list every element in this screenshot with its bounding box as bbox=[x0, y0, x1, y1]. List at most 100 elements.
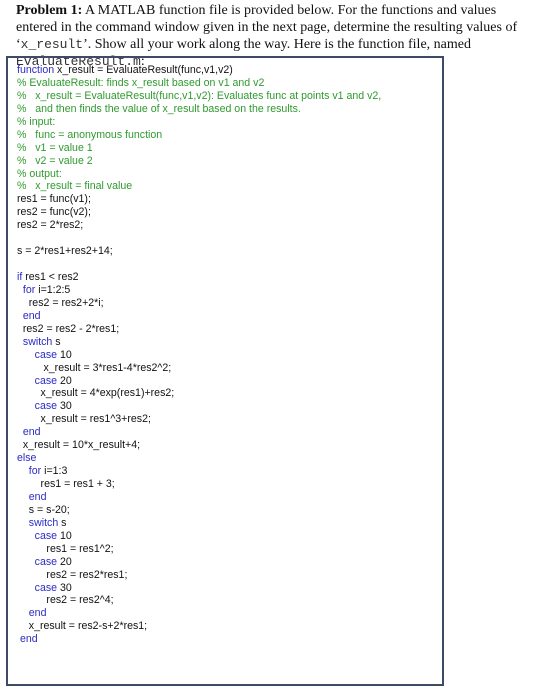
code-line: case 10 bbox=[17, 349, 381, 362]
code-comment: % EvaluateResult: finds x_result based o… bbox=[17, 76, 265, 89]
variable-name: x_result bbox=[20, 37, 84, 52]
code-text: 30 bbox=[57, 400, 72, 413]
code-line: res2 = res2 - 2*res1; bbox=[17, 323, 381, 336]
code-text: res2 = 2*res2; bbox=[17, 219, 84, 232]
code-line: if res1 < res2 bbox=[17, 271, 381, 284]
code-line: s = s-20; bbox=[17, 504, 381, 517]
code-text: 10 bbox=[57, 348, 72, 361]
code-text: res1 = res1 + 3; bbox=[17, 478, 115, 490]
code-keyword: case bbox=[34, 400, 58, 413]
code-keyword: end bbox=[28, 607, 47, 620]
code-keyword: end bbox=[22, 309, 41, 322]
code-text: x_result = EvaluateResult(func,v1,v2) bbox=[54, 64, 233, 76]
code-line: end bbox=[17, 491, 381, 504]
code-keyword: end bbox=[22, 426, 41, 439]
code-text: s bbox=[58, 516, 67, 529]
code-text: s bbox=[52, 335, 61, 348]
code-text: x_result = res2-s+2*res1; bbox=[17, 620, 148, 633]
code-line: x_result = 10*x_result+4; bbox=[17, 439, 381, 452]
code-keyword: for bbox=[22, 283, 36, 296]
code-text: res1 = res1^2; bbox=[17, 542, 114, 555]
code-keyword: case bbox=[34, 555, 58, 568]
code-text: x_result = 4*exp(res1)+res2; bbox=[17, 387, 175, 400]
code-comment: % output: bbox=[17, 167, 62, 180]
problem-label: Problem 1: bbox=[16, 3, 83, 18]
code-keyword: case bbox=[34, 348, 58, 361]
code-line: % func = anonymous function bbox=[17, 129, 381, 142]
code-line: x_result = res2-s+2*res1; bbox=[17, 620, 381, 633]
code-line: end bbox=[17, 310, 381, 323]
code-line: % v2 = value 2 bbox=[17, 155, 381, 168]
code-line: % input: bbox=[17, 116, 381, 129]
code-line: res2 = res2^4; bbox=[17, 594, 381, 607]
code-text: i=1:3 bbox=[41, 465, 68, 478]
code-line: x_result = 3*res1-4*res2^2; bbox=[17, 362, 381, 375]
code-keyword: switch bbox=[22, 335, 53, 348]
code-keyword: end bbox=[19, 633, 38, 646]
code-text: res1 < res2 bbox=[22, 271, 79, 283]
code-comment: % x_result = final value bbox=[17, 180, 133, 193]
code-text: x_result = 10*x_result+4; bbox=[17, 439, 141, 452]
code-line: end bbox=[17, 633, 381, 646]
code-keyword: case bbox=[34, 581, 58, 594]
code-keyword: else bbox=[17, 452, 37, 465]
code-line: s = 2*res1+res2+14; bbox=[17, 245, 381, 258]
code-text: res2 = res2+2*i; bbox=[17, 296, 104, 309]
code-comment: % v1 = value 1 bbox=[17, 141, 93, 154]
code-line: res1 = res1 + 3; bbox=[17, 478, 381, 491]
code-comment: % x_result = EvaluateResult(func,v1,v2):… bbox=[17, 89, 382, 102]
code-line: case 30 bbox=[17, 400, 381, 413]
code-text: s = s-20; bbox=[17, 503, 70, 516]
code-keyword: function bbox=[17, 64, 55, 76]
code-comment: % v2 = value 2 bbox=[17, 154, 93, 167]
code-line: % EvaluateResult: finds x_result based o… bbox=[17, 77, 381, 90]
code-line: x_result = res1^3+res2; bbox=[17, 413, 381, 426]
code-line: res1 = func(v1); bbox=[17, 193, 381, 206]
code-line: % x_result = EvaluateResult(func,v1,v2):… bbox=[17, 90, 381, 103]
code-line: % v1 = value 1 bbox=[17, 142, 381, 155]
code-line: else bbox=[17, 452, 381, 465]
code-keyword: end bbox=[28, 490, 47, 503]
code-line: % output: bbox=[17, 168, 381, 181]
code-keyword: switch bbox=[28, 516, 59, 529]
code-line: x_result = 4*exp(res1)+res2; bbox=[17, 387, 381, 400]
code-line: case 20 bbox=[17, 375, 381, 388]
code-comment: % input: bbox=[17, 115, 56, 128]
code-line: case 30 bbox=[17, 582, 381, 595]
code-comment: % and then finds the value of x_result b… bbox=[17, 102, 301, 115]
code-line: res1 = res1^2; bbox=[17, 543, 381, 556]
code-line: res2 = 2*res2; bbox=[17, 219, 381, 232]
code-text: i=1:2:5 bbox=[35, 283, 71, 296]
code-text: 20 bbox=[57, 374, 72, 387]
code-line: for i=1:2:5 bbox=[17, 284, 381, 297]
problem-text-2: ’. Show all your work along the way. Her… bbox=[83, 37, 471, 52]
code-text: res2 = func(v2); bbox=[17, 206, 91, 219]
code-line: switch s bbox=[17, 336, 381, 349]
code-comment: % func = anonymous function bbox=[17, 128, 163, 141]
code-line: % and then finds the value of x_result b… bbox=[17, 103, 381, 116]
code-line: function x_result = EvaluateResult(func,… bbox=[17, 64, 381, 77]
code-line: end bbox=[17, 607, 381, 620]
code-line: res2 = res2+2*i; bbox=[17, 297, 381, 310]
code-line: % x_result = final value bbox=[17, 180, 381, 193]
code-text: res2 = res2 - 2*res1; bbox=[17, 322, 120, 335]
code-keyword: case bbox=[34, 374, 58, 387]
code-listing-box: function x_result = EvaluateResult(func,… bbox=[6, 56, 444, 686]
code-line: res2 = func(v2); bbox=[17, 206, 381, 219]
code-keyword: for bbox=[28, 465, 42, 478]
code-listing: function x_result = EvaluateResult(func,… bbox=[17, 64, 381, 646]
code-text: res2 = res2^4; bbox=[17, 594, 114, 607]
code-text: 10 bbox=[57, 529, 72, 542]
code-text: 30 bbox=[57, 581, 72, 594]
